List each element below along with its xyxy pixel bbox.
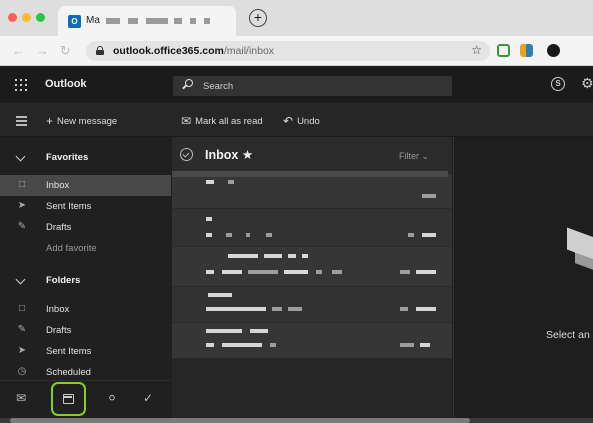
- inbox-icon: □: [18, 303, 26, 314]
- settings-gear-icon[interactable]: ⚙: [581, 75, 593, 92]
- tasks-check-icon[interactable]: ✓: [140, 391, 156, 405]
- people-icon[interactable]: ⚪: [104, 391, 120, 405]
- message-list: Inbox ★ Filter ⌄: [172, 137, 452, 423]
- maximize-window-button[interactable]: [36, 13, 45, 22]
- tab-title-redacted: [106, 18, 120, 24]
- horizontal-scrollbar[interactable]: [0, 418, 593, 423]
- mark-all-read-button[interactable]: ✉ Mark all as read: [181, 114, 263, 128]
- outlook-header: Outlook Search S ⚙: [0, 67, 593, 103]
- module-switcher: ✉ ⚪ ✓: [0, 380, 171, 418]
- select-all-check-icon[interactable]: [180, 148, 193, 161]
- tab-title-redacted: [146, 18, 168, 24]
- mail-icon[interactable]: ✉: [13, 391, 29, 405]
- message-list-scrollbar[interactable]: [172, 171, 448, 177]
- bookmark-star-icon[interactable]: ☆: [471, 43, 482, 57]
- reading-pane-empty-text: Select an: [546, 329, 590, 341]
- undo-icon: ↶: [283, 114, 294, 128]
- new-tab-button[interactable]: +: [249, 9, 267, 27]
- browser-toolbar: ← → ↻ outlook.office365.com/mail/inbox ☆: [0, 36, 593, 66]
- list-item[interactable]: [172, 175, 452, 209]
- folder-item-inbox[interactable]: □ Inbox: [0, 299, 171, 320]
- list-item[interactable]: [172, 323, 452, 359]
- minimize-window-button[interactable]: [22, 13, 31, 22]
- pencil-icon: ✎: [17, 324, 27, 335]
- envelope-illustration-icon: [567, 227, 593, 275]
- tab-title-redacted: [128, 18, 138, 24]
- browser-tab-outlook[interactable]: O Ma: [58, 6, 236, 36]
- message-list-header: Inbox ★ Filter ⌄: [172, 137, 452, 175]
- undo-button[interactable]: ↶ Undo: [283, 114, 320, 128]
- folders-header[interactable]: Folders: [0, 270, 171, 291]
- calendar-icon: [63, 394, 74, 404]
- new-message-button[interactable]: + New message: [46, 114, 117, 128]
- sidebar-item-inbox[interactable]: □ Inbox: [0, 175, 171, 196]
- favorites-header[interactable]: Favorites: [0, 147, 171, 168]
- search-input[interactable]: Search: [203, 81, 233, 92]
- folder-item-drafts[interactable]: ✎ Drafts: [0, 320, 171, 341]
- command-bar: + New message ✉ Mark all as read ↶ Undo: [0, 103, 593, 137]
- profile-avatar-icon[interactable]: [547, 44, 560, 57]
- send-icon: ➤: [17, 345, 27, 356]
- search-box[interactable]: Search: [173, 76, 452, 96]
- pencil-icon: ✎: [17, 221, 27, 232]
- chevron-down-icon: [15, 151, 26, 162]
- folder-item-sent-items[interactable]: ➤ Sent Items: [0, 341, 171, 362]
- add-favorite-link[interactable]: Add favorite: [0, 238, 171, 259]
- scrollbar-thumb[interactable]: [10, 418, 470, 423]
- sidebar-item-sent-items[interactable]: ➤ Sent Items: [0, 196, 171, 217]
- chevron-down-icon: [15, 274, 26, 285]
- list-item[interactable]: [172, 287, 452, 323]
- tab-title-redacted: [204, 18, 210, 24]
- extension-icon[interactable]: [497, 44, 510, 57]
- reload-icon[interactable]: ↻: [60, 43, 71, 59]
- extension-icon[interactable]: [520, 44, 533, 57]
- envelope-open-icon: ✉: [181, 114, 192, 128]
- browser-tab-strip: O Ma +: [0, 0, 593, 36]
- app-name[interactable]: Outlook: [45, 78, 87, 90]
- url-text: outlook.office365.com/mail/inbox: [113, 45, 275, 57]
- tab-title: Ma: [86, 15, 100, 26]
- back-arrow-icon[interactable]: ←: [12, 43, 25, 58]
- address-bar[interactable]: outlook.office365.com/mail/inbox ☆: [86, 41, 490, 61]
- tab-title-redacted: [174, 18, 182, 24]
- forward-arrow-icon[interactable]: →: [36, 43, 49, 58]
- inbox-icon: □: [18, 179, 26, 190]
- list-item[interactable]: [172, 209, 452, 247]
- lock-icon: [96, 46, 104, 55]
- close-window-button[interactable]: [8, 13, 17, 22]
- reading-pane: Select an: [453, 137, 593, 423]
- search-icon: [182, 79, 193, 90]
- clock-icon: ◷: [17, 366, 27, 377]
- skype-icon[interactable]: S: [551, 77, 565, 91]
- app-launcher-icon[interactable]: [15, 79, 27, 91]
- list-item[interactable]: [172, 247, 452, 287]
- calendar-button[interactable]: [51, 382, 86, 416]
- send-icon: ➤: [17, 200, 27, 211]
- folder-title: Inbox ★: [205, 148, 254, 162]
- hamburger-menu-icon[interactable]: [16, 116, 27, 128]
- tab-title-redacted: [190, 18, 196, 24]
- filter-dropdown[interactable]: Filter ⌄: [399, 151, 429, 162]
- outlook-favicon-icon: O: [68, 15, 81, 28]
- plus-icon: +: [46, 114, 54, 128]
- sidebar-item-drafts[interactable]: ✎ Drafts: [0, 217, 171, 238]
